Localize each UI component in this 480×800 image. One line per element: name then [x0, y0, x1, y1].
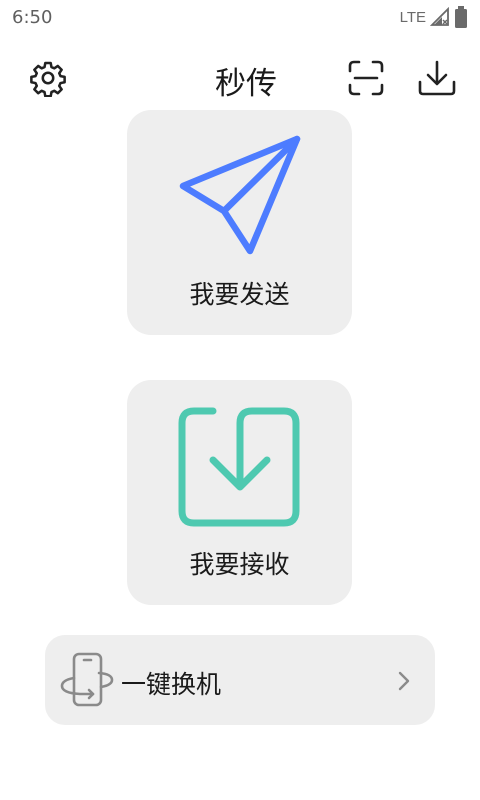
switch-phone-row[interactable]: 一键换机 — [45, 635, 435, 725]
scan-button[interactable] — [342, 50, 390, 106]
status-time: 6:50 — [12, 7, 53, 28]
battery-icon — [455, 6, 467, 28]
download-button[interactable] — [413, 50, 461, 106]
chevron-right-icon — [398, 671, 410, 691]
app-screen: 6:50 LTE 秒传 我要发送 我要接收 一键换机 — [0, 0, 480, 800]
download-icon — [418, 60, 456, 96]
signal-icon — [430, 7, 449, 26]
switch-phone-label: 一键换机 — [121, 670, 222, 699]
receive-label: 我要接收 — [189, 550, 290, 579]
send-card[interactable]: 我要发送 — [127, 110, 352, 335]
status-indicators: LTE — [400, 6, 468, 28]
receive-card[interactable]: 我要接收 — [127, 380, 352, 605]
scan-icon — [348, 60, 384, 96]
network-type-label: LTE — [399, 8, 426, 26]
send-label: 我要发送 — [189, 280, 290, 309]
top-bar: 秒传 — [0, 50, 480, 106]
page-title: 秒传 — [215, 66, 277, 102]
phone-switch-icon — [60, 652, 114, 707]
status-bar: 6:50 LTE — [0, 0, 480, 36]
